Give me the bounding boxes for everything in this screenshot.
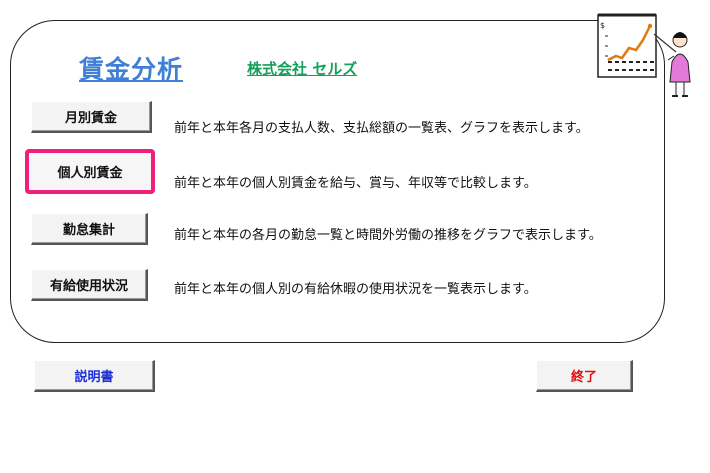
exit-button[interactable]: 終了 bbox=[536, 360, 633, 392]
svg-text:$: $ bbox=[600, 21, 605, 30]
monthly-wages-button[interactable]: 月別賃金 bbox=[31, 101, 152, 133]
paid-leave-description: 前年と本年の個人別の有給休暇の使用状況を一覧表示します。 bbox=[174, 282, 537, 297]
manual-button[interactable]: 説明書 bbox=[34, 360, 155, 392]
company-name: 株式会社 セルズ bbox=[247, 60, 358, 78]
attendance-summary-description: 前年と本年の各月の勤怠一覧と時間外労働の推移をグラフで表示します。 bbox=[174, 228, 602, 243]
page-title: 賃金分析 bbox=[79, 55, 184, 84]
presenter-chart-icon: $ bbox=[597, 13, 691, 97]
paid-leave-button[interactable]: 有給使用状況 bbox=[31, 269, 148, 301]
monthly-wages-description: 前年と本年各月の支払人数、支払総額の一覧表、グラフを表示します。 bbox=[174, 121, 589, 136]
individual-wages-description: 前年と本年の個人別賃金を給与、賞与、年収等で比較します。 bbox=[174, 176, 537, 191]
individual-wages-button[interactable]: 個人別賃金 bbox=[25, 149, 155, 194]
attendance-summary-button[interactable]: 勤怠集計 bbox=[31, 213, 148, 245]
